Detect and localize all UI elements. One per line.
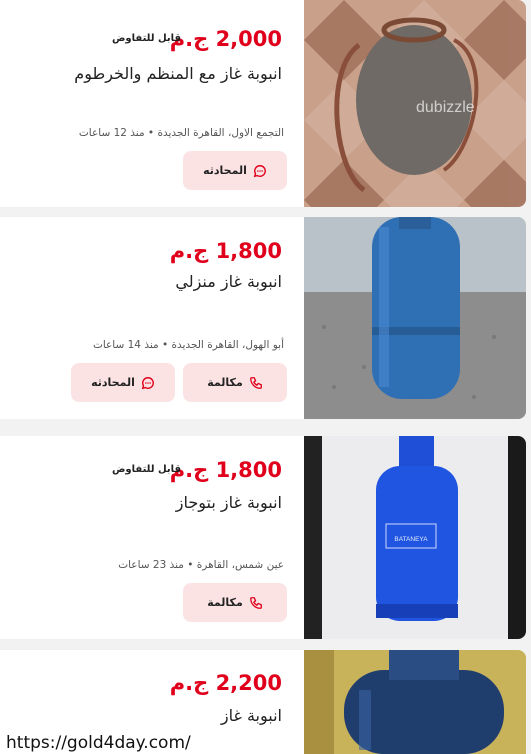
- listing-image[interactable]: dubizzle: [304, 0, 526, 207]
- price: 2,000 ج.م: [169, 27, 282, 51]
- location-time: التجمع الاول، القاهرة الجديدة • منذ 12 س…: [78, 127, 284, 139]
- listing-card[interactable]: dubizzle 2,000 ج.م قابل للتفاوض انبوبة غ…: [0, 0, 526, 207]
- negotiable-badge: قابل للتفاوض: [111, 33, 181, 44]
- listing-title[interactable]: انبوبة غاز مع المنظم والخرطوم: [74, 64, 282, 83]
- listing-image[interactable]: [304, 650, 526, 754]
- cylinder-label: BATANEYA: [394, 536, 428, 543]
- chat-button[interactable]: المحادثه: [183, 151, 287, 190]
- call-button[interactable]: مكالمة: [183, 363, 287, 402]
- chat-button[interactable]: المحادثه: [71, 363, 175, 402]
- location-time: أبو الهول، القاهرة الجديدة • منذ 14 ساعا…: [92, 339, 284, 351]
- listing-title[interactable]: انبوبة غاز: [221, 706, 282, 725]
- chat-icon: [141, 376, 154, 389]
- listing-card[interactable]: BATANEYA 1,800 ج.م قابل للتفاوض انبوبة غ…: [0, 436, 526, 639]
- listing-title[interactable]: انبوبة غاز منزلي: [175, 272, 282, 291]
- overlay-url: https://gold4day.com/: [4, 733, 193, 753]
- listing-image[interactable]: BATANEYA: [304, 436, 526, 639]
- listing-image[interactable]: [304, 217, 526, 419]
- watermark: dubizzle: [416, 99, 475, 116]
- location-time: عين شمس، القاهرة • منذ 23 ساعات: [118, 559, 284, 571]
- chat-icon: [253, 164, 266, 177]
- phone-icon: [249, 376, 262, 389]
- price: 1,800 ج.م: [169, 458, 282, 482]
- listing-card[interactable]: 1,800 ج.م انبوبة غاز منزلي أبو الهول، ال…: [0, 217, 526, 419]
- price: 1,800 ج.م: [169, 239, 282, 263]
- phone-icon: [249, 596, 262, 609]
- call-button[interactable]: مكالمة: [183, 583, 287, 622]
- negotiable-badge: قابل للتفاوض: [111, 464, 181, 475]
- price: 2,200 ج.م: [169, 671, 282, 695]
- listing-title[interactable]: انبوبة غاز بتوجاز: [176, 493, 282, 512]
